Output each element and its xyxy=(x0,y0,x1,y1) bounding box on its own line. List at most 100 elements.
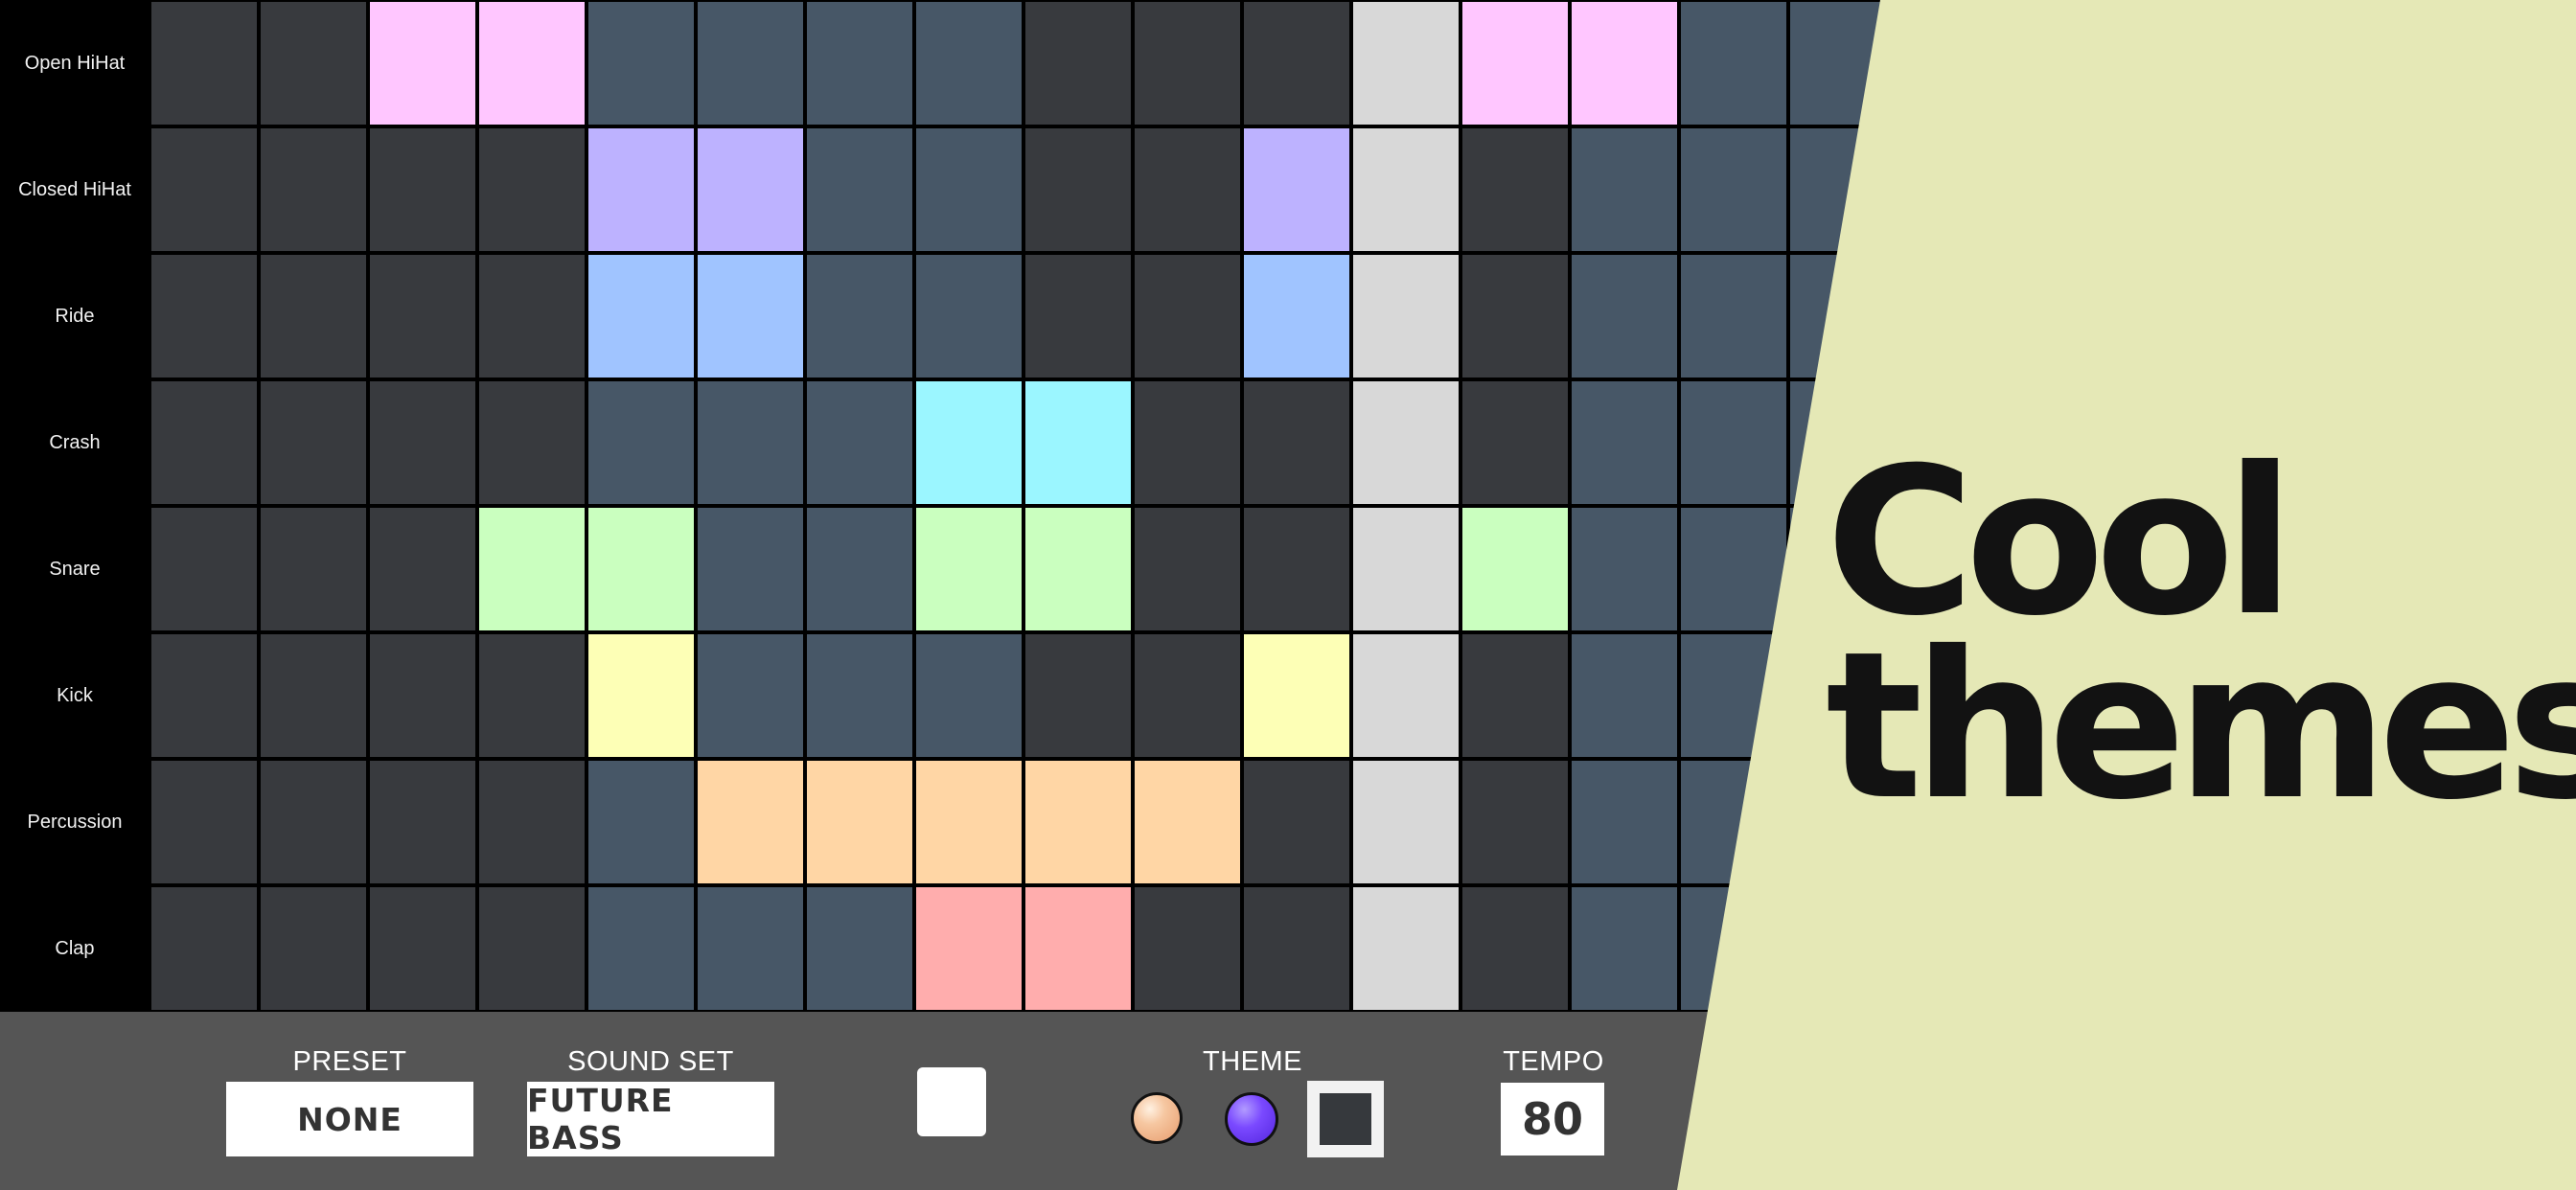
tempo-input[interactable]: 80 xyxy=(1501,1083,1604,1156)
step-cell[interactable] xyxy=(151,381,257,504)
step-cell[interactable] xyxy=(1462,887,1568,1010)
step-cell[interactable] xyxy=(916,634,1022,757)
step-cell[interactable] xyxy=(1135,2,1240,125)
step-cell[interactable] xyxy=(1244,2,1349,125)
step-cell[interactable] xyxy=(698,761,803,883)
step-cell[interactable] xyxy=(1572,255,1677,378)
step-cell[interactable] xyxy=(1025,508,1131,630)
step-cell[interactable] xyxy=(916,508,1022,630)
step-cell[interactable] xyxy=(916,255,1022,378)
step-cell[interactable] xyxy=(1572,634,1677,757)
step-cell[interactable] xyxy=(1462,381,1568,504)
step-cell[interactable] xyxy=(1681,2,1786,125)
step-cell[interactable] xyxy=(1353,128,1459,251)
step-cell[interactable] xyxy=(479,381,585,504)
step-cell[interactable] xyxy=(698,255,803,378)
step-cell[interactable] xyxy=(1135,634,1240,757)
step-cell[interactable] xyxy=(151,255,257,378)
step-cell[interactable] xyxy=(1244,761,1349,883)
step-cell[interactable] xyxy=(588,634,694,757)
step-cell[interactable] xyxy=(807,2,912,125)
step-cell[interactable] xyxy=(916,128,1022,251)
step-cell[interactable] xyxy=(1135,887,1240,1010)
step-cell[interactable] xyxy=(1353,2,1459,125)
preset-select[interactable]: NONE xyxy=(226,1082,473,1156)
step-cell[interactable] xyxy=(1681,255,1786,378)
step-cell[interactable] xyxy=(1244,508,1349,630)
step-cell[interactable] xyxy=(1462,2,1568,125)
step-cell[interactable] xyxy=(588,128,694,251)
step-cell[interactable] xyxy=(1025,128,1131,251)
step-cell[interactable] xyxy=(1681,128,1786,251)
step-cell[interactable] xyxy=(807,255,912,378)
step-cell[interactable] xyxy=(370,255,475,378)
step-cell[interactable] xyxy=(588,887,694,1010)
step-cell[interactable] xyxy=(151,128,257,251)
sound-set-select[interactable]: FUTURE BASS xyxy=(527,1082,774,1156)
step-cell[interactable] xyxy=(370,761,475,883)
step-cell[interactable] xyxy=(1790,887,1896,1010)
step-cell[interactable] xyxy=(1025,381,1131,504)
theme-dark-button[interactable] xyxy=(1307,1081,1384,1157)
step-cell[interactable] xyxy=(1353,761,1459,883)
step-cell[interactable] xyxy=(916,761,1022,883)
step-cell[interactable] xyxy=(479,128,585,251)
step-cell[interactable] xyxy=(1572,2,1677,125)
step-cell[interactable] xyxy=(479,634,585,757)
theme-peach-button[interactable] xyxy=(1131,1092,1183,1144)
step-cell[interactable] xyxy=(479,508,585,630)
step-cell[interactable] xyxy=(370,128,475,251)
step-cell[interactable] xyxy=(151,887,257,1010)
step-cell[interactable] xyxy=(261,2,366,125)
step-cell[interactable] xyxy=(1353,887,1459,1010)
step-cell[interactable] xyxy=(479,761,585,883)
step-cell[interactable] xyxy=(479,887,585,1010)
step-cell[interactable] xyxy=(698,887,803,1010)
step-cell[interactable] xyxy=(588,761,694,883)
step-cell[interactable] xyxy=(1462,128,1568,251)
step-cell[interactable] xyxy=(479,255,585,378)
step-cell[interactable] xyxy=(1025,255,1131,378)
step-cell[interactable] xyxy=(1681,761,1786,883)
step-cell[interactable] xyxy=(698,381,803,504)
step-cell[interactable] xyxy=(588,2,694,125)
step-cell[interactable] xyxy=(1462,255,1568,378)
step-cell[interactable] xyxy=(698,128,803,251)
stop-button[interactable] xyxy=(917,1067,986,1136)
step-cell[interactable] xyxy=(1790,2,1896,125)
step-cell[interactable] xyxy=(261,255,366,378)
step-cell[interactable] xyxy=(261,887,366,1010)
step-cell[interactable] xyxy=(261,761,366,883)
step-cell[interactable] xyxy=(1025,761,1131,883)
step-cell[interactable] xyxy=(1462,634,1568,757)
step-cell[interactable] xyxy=(370,634,475,757)
step-cell[interactable] xyxy=(807,761,912,883)
step-cell[interactable] xyxy=(370,2,475,125)
step-cell[interactable] xyxy=(1572,381,1677,504)
step-cell[interactable] xyxy=(807,381,912,504)
step-cell[interactable] xyxy=(698,634,803,757)
step-cell[interactable] xyxy=(261,381,366,504)
step-cell[interactable] xyxy=(1025,634,1131,757)
step-cell[interactable] xyxy=(1353,255,1459,378)
step-cell[interactable] xyxy=(1135,381,1240,504)
step-cell[interactable] xyxy=(916,2,1022,125)
step-cell[interactable] xyxy=(1135,761,1240,883)
step-cell[interactable] xyxy=(151,761,257,883)
step-cell[interactable] xyxy=(1025,887,1131,1010)
step-cell[interactable] xyxy=(1572,761,1677,883)
step-cell[interactable] xyxy=(370,508,475,630)
step-cell[interactable] xyxy=(588,508,694,630)
step-cell[interactable] xyxy=(1790,128,1896,251)
step-cell[interactable] xyxy=(151,634,257,757)
step-cell[interactable] xyxy=(1353,634,1459,757)
step-cell[interactable] xyxy=(1244,887,1349,1010)
step-cell[interactable] xyxy=(1462,761,1568,883)
step-cell[interactable] xyxy=(916,381,1022,504)
step-cell[interactable] xyxy=(1572,887,1677,1010)
step-cell[interactable] xyxy=(588,381,694,504)
theme-purple-button[interactable] xyxy=(1225,1092,1278,1146)
step-cell[interactable] xyxy=(1244,255,1349,378)
step-cell[interactable] xyxy=(1681,887,1786,1010)
step-cell[interactable] xyxy=(1790,255,1896,378)
